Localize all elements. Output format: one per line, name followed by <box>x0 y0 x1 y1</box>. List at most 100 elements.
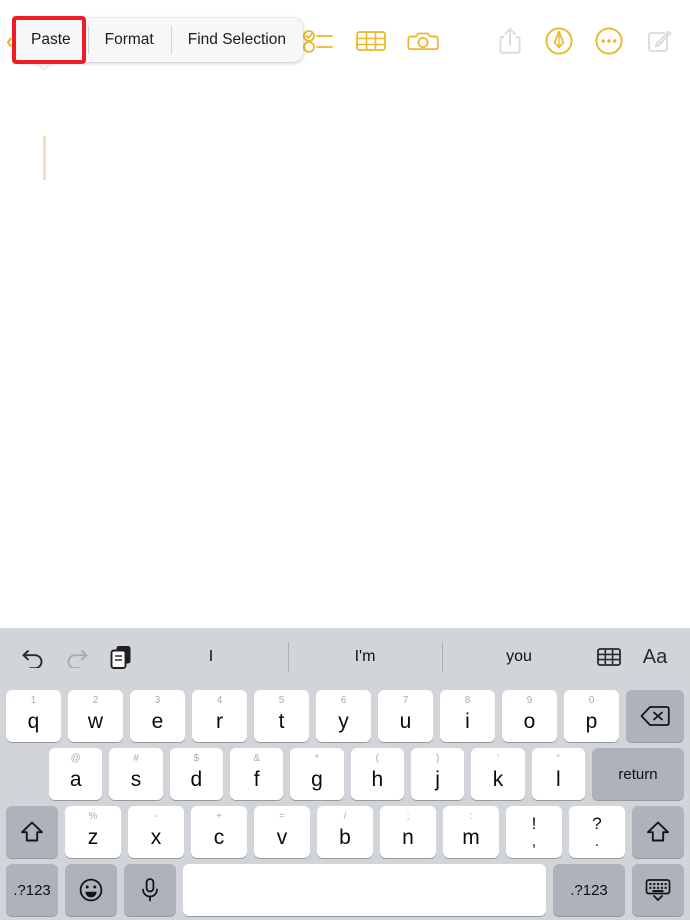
camera-icon[interactable] <box>404 24 442 58</box>
key-s-alt: # <box>133 753 139 764</box>
key-e[interactable]: 3 e <box>130 690 185 742</box>
context-menu-label-paste: Paste <box>31 31 71 48</box>
key-n[interactable]: ; n <box>380 806 436 858</box>
numbers-key-left[interactable]: .?123 <box>6 864 58 916</box>
key-i[interactable]: 8 i <box>440 690 495 742</box>
context-menu: Paste Format Find Selection <box>14 18 303 62</box>
key-comma[interactable]: ! , <box>506 806 562 858</box>
backspace-icon <box>640 706 670 726</box>
key-o[interactable]: 9 o <box>502 690 557 742</box>
key-a[interactable]: @ a <box>49 748 103 800</box>
checklist-icon[interactable] <box>300 24 338 58</box>
more-icon[interactable] <box>591 24 627 58</box>
key-w[interactable]: 2 w <box>68 690 123 742</box>
return-key-label: return <box>618 765 658 783</box>
key-m[interactable]: : m <box>443 806 499 858</box>
keyboard-row-1: 1 q 2 w 3 e 4 r 5 t 6 y 7 u 8 i 9 o 0 p <box>0 690 690 742</box>
key-r-label: r <box>216 709 223 733</box>
key-w-label: w <box>87 709 104 733</box>
dismiss-keyboard-key[interactable] <box>632 864 684 916</box>
key-h-alt: ( <box>375 753 379 764</box>
key-o-label: o <box>523 709 536 733</box>
key-s-label: s <box>130 767 142 791</box>
key-m-alt: : <box>469 811 473 822</box>
format-text-icon[interactable]: Aa <box>638 643 672 671</box>
table-icon[interactable] <box>352 24 390 58</box>
key-u-label: u <box>399 709 412 733</box>
key-i-label: i <box>465 709 470 733</box>
key-h-label: h <box>371 767 384 791</box>
backspace-key[interactable] <box>626 690 684 742</box>
key-w-alt: 2 <box>92 695 99 706</box>
context-menu-item-paste[interactable]: Paste <box>14 18 88 62</box>
key-k-label: k <box>492 767 504 791</box>
context-menu-item-find-selection[interactable]: Find Selection <box>170 18 303 62</box>
space-key[interactable] <box>183 864 546 916</box>
key-q-alt: 1 <box>30 695 37 706</box>
key-z[interactable]: % z <box>65 806 121 858</box>
prediction-list: I I'm you <box>134 628 596 686</box>
key-p[interactable]: 0 p <box>564 690 619 742</box>
shift-icon <box>647 821 669 842</box>
key-n-label: n <box>402 825 414 849</box>
numbers-key-left-label: .?123 <box>13 881 51 899</box>
key-i-alt: 8 <box>464 695 471 706</box>
key-k[interactable]: ‘ k <box>471 748 525 800</box>
key-d[interactable]: $ d <box>169 748 223 800</box>
return-key[interactable]: return <box>591 748 684 800</box>
undo-icon[interactable] <box>20 643 46 671</box>
key-b-alt: / <box>343 811 347 822</box>
keyboard-left-tools <box>0 643 134 671</box>
shift-icon <box>21 821 43 842</box>
shift-key-left[interactable] <box>6 806 58 858</box>
key-y[interactable]: 6 y <box>316 690 371 742</box>
keyboard-row-3: % z - x + c = v / b ; n: m ! , ? . <box>0 806 690 858</box>
note-body[interactable] <box>0 80 690 628</box>
markup-icon[interactable] <box>541 24 577 58</box>
redo-icon[interactable] <box>64 643 90 671</box>
paste-icon[interactable] <box>108 643 134 671</box>
predictive-text-bar: I I'm you Aa <box>0 628 690 686</box>
key-l[interactable]: “ l <box>531 748 585 800</box>
shift-key-right[interactable] <box>632 806 684 858</box>
key-comma-label: , <box>531 833 537 850</box>
key-v[interactable]: = v <box>254 806 310 858</box>
table-icon[interactable] <box>596 643 622 671</box>
key-period[interactable]: ? . <box>569 806 625 858</box>
key-j-alt: ) <box>435 753 440 764</box>
key-q[interactable]: 1 q <box>6 690 61 742</box>
prediction-item-2[interactable]: I'm <box>288 628 442 686</box>
chevron-left-icon[interactable]: ‹ <box>6 30 13 54</box>
prediction-item-3[interactable]: you <box>442 628 596 686</box>
key-a-label: a <box>69 767 82 791</box>
key-q-label: q <box>27 709 40 733</box>
emoji-key[interactable] <box>65 864 117 916</box>
key-g[interactable]: * g <box>290 748 344 800</box>
key-n-alt: ; <box>406 811 410 822</box>
key-p-label: p <box>585 709 598 733</box>
key-period-label: . <box>594 833 600 850</box>
context-menu-item-format[interactable]: Format <box>87 18 171 62</box>
microphone-key[interactable] <box>124 864 176 916</box>
keyboard-row-4: .?123 .?123 <box>0 864 690 916</box>
key-f[interactable]: & f <box>229 748 284 800</box>
key-t[interactable]: 5 t <box>254 690 309 742</box>
key-b[interactable]: / b <box>317 806 373 858</box>
key-c[interactable]: + c <box>191 806 247 858</box>
key-h[interactable]: ( h <box>350 748 404 800</box>
key-o-alt: 9 <box>526 695 533 706</box>
key-j[interactable]: ) j <box>410 748 465 800</box>
key-s[interactable]: # s <box>109 748 163 800</box>
compose-icon[interactable] <box>641 24 677 58</box>
prediction-item-1[interactable]: I <box>134 628 288 686</box>
share-icon[interactable] <box>492 24 528 58</box>
numbers-key-right[interactable]: .?123 <box>553 864 625 916</box>
key-u[interactable]: 7 u <box>378 690 433 742</box>
notes-app-screen: ‹ › <box>0 0 690 920</box>
key-y-alt: 6 <box>340 695 347 706</box>
dismiss-keyboard-icon <box>645 879 671 901</box>
key-x[interactable]: - x <box>128 806 184 858</box>
emoji-icon <box>79 878 103 902</box>
key-r[interactable]: 4 r <box>192 690 247 742</box>
key-d-label: d <box>190 767 203 791</box>
